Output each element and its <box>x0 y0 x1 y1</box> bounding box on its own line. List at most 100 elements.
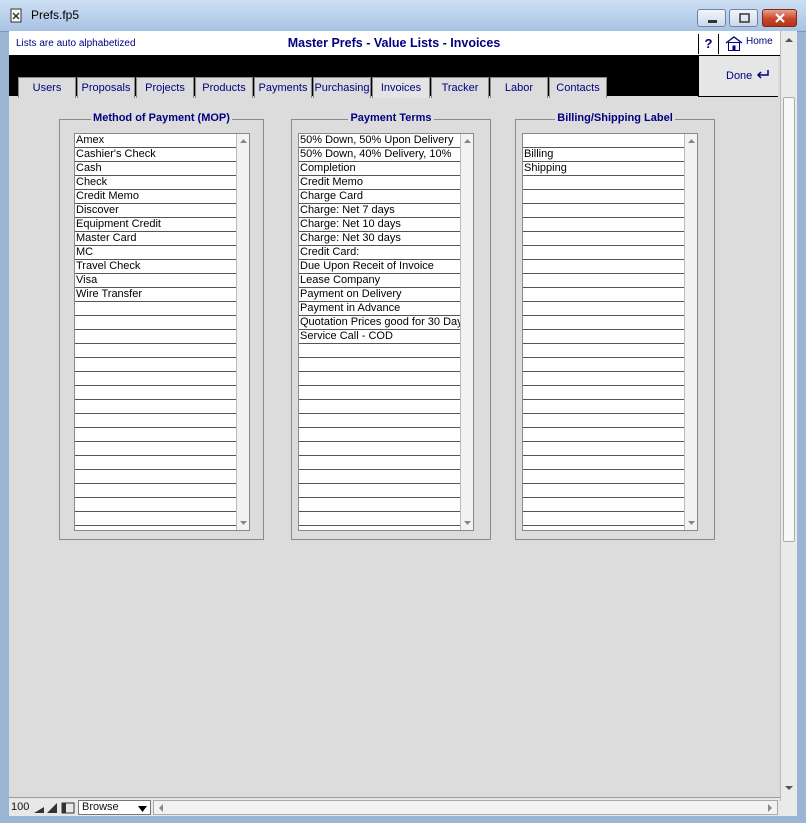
list-item[interactable] <box>523 246 684 260</box>
list-item[interactable]: Lease Company <box>299 274 473 288</box>
list-item[interactable]: 50% Down, 40% Delivery, 10% <box>299 148 473 162</box>
list-item[interactable]: Quotation Prices good for 30 Days <box>299 316 473 330</box>
list-item[interactable] <box>523 470 684 484</box>
list-item[interactable] <box>75 358 236 372</box>
list-item[interactable] <box>523 484 684 498</box>
tab-projects[interactable]: Projects <box>136 77 194 98</box>
list-item[interactable]: Travel Check <box>75 260 236 274</box>
list-item[interactable]: Check <box>75 176 236 190</box>
help-button[interactable]: ? <box>698 34 718 54</box>
list-item[interactable] <box>299 484 473 498</box>
list-item[interactable] <box>523 414 684 428</box>
scroll-up-icon[interactable] <box>781 33 797 47</box>
list-item[interactable] <box>299 512 473 526</box>
list-item[interactable] <box>299 344 473 358</box>
list-item[interactable] <box>523 400 684 414</box>
list-item[interactable] <box>75 512 236 526</box>
list-item[interactable]: Master Card <box>75 232 236 246</box>
billing-list[interactable]: Billing Shipping <box>522 133 698 531</box>
list-item[interactable] <box>523 442 684 456</box>
tab-users[interactable]: Users <box>18 77 76 98</box>
list-item[interactable]: Billing <box>523 148 684 162</box>
list-item[interactable]: Service Call - COD <box>299 330 473 344</box>
list-item[interactable] <box>75 302 236 316</box>
list-item[interactable] <box>75 414 236 428</box>
list-item[interactable] <box>523 512 684 526</box>
list-item[interactable] <box>75 372 236 386</box>
list-item[interactable]: Charge: Net 30 days <box>299 232 473 246</box>
tab-payments[interactable]: Payments <box>254 77 312 98</box>
terms-list[interactable]: 50% Down, 50% Upon Delivery 50% Down, 40%… <box>298 133 474 531</box>
list-item[interactable]: Amex <box>75 134 236 148</box>
list-item[interactable] <box>75 470 236 484</box>
list-item[interactable]: Completion <box>299 162 473 176</box>
list-item[interactable]: Cash <box>75 162 236 176</box>
horizontal-scrollbar[interactable] <box>153 800 778 815</box>
list-item[interactable] <box>523 428 684 442</box>
list-item[interactable] <box>299 428 473 442</box>
mop-list[interactable]: Amex Cashier's Check Cash Check Credit Memo D… <box>74 133 250 531</box>
list-item[interactable] <box>75 456 236 470</box>
list-item[interactable]: Charge Card <box>299 190 473 204</box>
list-item[interactable] <box>75 484 236 498</box>
scroll-thumb[interactable] <box>783 97 795 542</box>
home-button[interactable]: Home <box>718 34 778 54</box>
close-button[interactable] <box>762 9 797 27</box>
list-item[interactable] <box>75 400 236 414</box>
maximize-button[interactable] <box>729 9 758 27</box>
list-item[interactable]: Shipping <box>523 162 684 176</box>
scroll-down-icon[interactable] <box>781 781 797 795</box>
list-item[interactable]: Due Upon Receit of Invoice <box>299 260 473 274</box>
list-item[interactable] <box>523 498 684 512</box>
list-item[interactable] <box>75 442 236 456</box>
list-item[interactable] <box>523 190 684 204</box>
tab-proposals[interactable]: Proposals <box>77 77 135 98</box>
list-item[interactable] <box>299 456 473 470</box>
window-vertical-scrollbar[interactable] <box>780 31 797 801</box>
list-item[interactable]: Payment on Delivery <box>299 288 473 302</box>
tab-invoices[interactable]: Invoices <box>372 77 430 98</box>
list-item[interactable] <box>299 372 473 386</box>
list-item[interactable] <box>523 176 684 190</box>
list-item[interactable]: MC <box>75 246 236 260</box>
list-item[interactable] <box>75 344 236 358</box>
list-item[interactable] <box>523 260 684 274</box>
list-item[interactable] <box>299 400 473 414</box>
mop-list-scrollbar[interactable] <box>236 134 249 530</box>
tab-purchasing[interactable]: Purchasing <box>313 77 371 98</box>
tab-products[interactable]: Products <box>195 77 253 98</box>
list-item[interactable] <box>523 288 684 302</box>
title-bar[interactable]: Prefs.fp5 <box>0 0 806 32</box>
list-item[interactable] <box>299 386 473 400</box>
zoom-level[interactable]: 100 <box>11 801 29 813</box>
list-item[interactable] <box>299 414 473 428</box>
list-item[interactable]: Credit Card: <box>299 246 473 260</box>
list-item[interactable]: Credit Memo <box>299 176 473 190</box>
minimize-button[interactable] <box>697 9 726 27</box>
billing-list-scrollbar[interactable] <box>684 134 697 530</box>
scroll-left-icon[interactable] <box>156 802 166 814</box>
list-item[interactable] <box>299 442 473 456</box>
list-item[interactable]: Charge: Net 10 days <box>299 218 473 232</box>
done-button[interactable]: Done <box>698 56 778 97</box>
list-item[interactable] <box>523 134 684 148</box>
list-item[interactable] <box>75 386 236 400</box>
zoom-out-icon[interactable] <box>33 802 45 814</box>
list-item[interactable] <box>523 330 684 344</box>
list-item[interactable] <box>523 232 684 246</box>
list-item[interactable]: Payment in Advance <box>299 302 473 316</box>
list-item[interactable]: Visa <box>75 274 236 288</box>
list-item[interactable] <box>299 470 473 484</box>
list-item[interactable]: Cashier's Check <box>75 148 236 162</box>
list-item[interactable] <box>523 386 684 400</box>
tab-labor[interactable]: Labor <box>490 77 548 98</box>
list-item[interactable] <box>523 316 684 330</box>
scroll-right-icon[interactable] <box>765 802 775 814</box>
list-item[interactable] <box>523 204 684 218</box>
zoom-in-icon[interactable] <box>46 802 58 814</box>
list-item[interactable]: Wire Transfer <box>75 288 236 302</box>
tab-tracker[interactable]: Tracker <box>431 77 489 98</box>
list-item[interactable]: Equipment Credit <box>75 218 236 232</box>
list-item[interactable] <box>523 302 684 316</box>
list-item[interactable] <box>75 428 236 442</box>
